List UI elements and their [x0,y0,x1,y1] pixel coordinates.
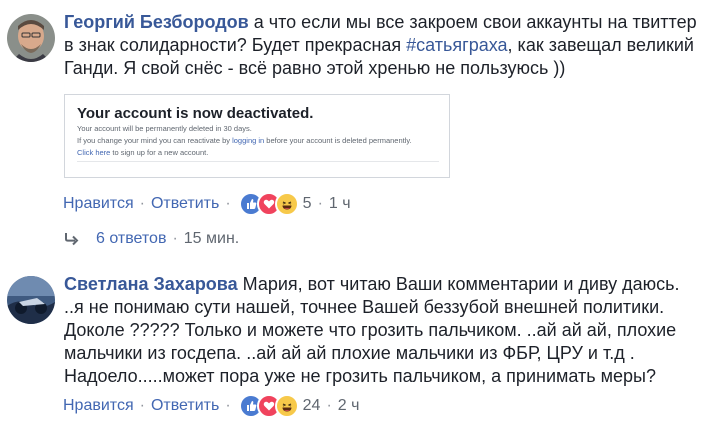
comment-text: Георгий Безбородов а что если мы все зак… [64,11,704,80]
separator: · [172,230,178,247]
comment-text: Светлана Захарова Мария, вот читаю Ваши … [64,273,704,388]
replies-toggle[interactable]: 6 ответов · 15 мин. [64,230,239,248]
avatar[interactable] [7,276,55,324]
reply-button[interactable]: Ответить [151,195,219,213]
notice-line: Your account will be permanently deleted… [77,124,252,133]
reaction-count[interactable]: 5 [303,195,312,213]
separator: · [317,195,323,212]
avatar-photo [7,14,55,62]
separator: · [225,397,231,414]
reply-arrow-icon [64,232,80,246]
reactions[interactable] [238,192,299,216]
comment-actions: Нравится · Ответить · 24 · 2 ч [63,394,359,418]
like-button[interactable]: Нравится [63,195,134,213]
separator: · [139,195,145,212]
attached-image[interactable]: Your account is now deactivated. Your ac… [64,94,450,178]
notice-title: Your account is now deactivated. [77,105,314,122]
logging-in-link: logging in [232,136,265,145]
timestamp[interactable]: 1 ч [329,195,351,213]
like-button[interactable]: Нравится [63,397,134,415]
notice-text: before your account is deleted permanent… [264,136,412,145]
notice-line: If you change your mind you can reactiva… [77,135,439,147]
author-name[interactable]: Светлана Захарова [64,274,238,294]
separator: · [225,195,231,212]
timestamp[interactable]: 2 ч [338,397,360,415]
reaction-count[interactable]: 24 [303,397,321,415]
haha-reaction-icon [274,192,299,216]
reply-button[interactable]: Ответить [151,397,219,415]
avatar-photo [7,276,55,324]
comment-actions: Нравится · Ответить · 5 · 1 ч [63,192,351,216]
reactions[interactable] [238,394,299,418]
separator: · [326,397,332,414]
deactivation-notice: Your account is now deactivated. Your ac… [77,105,439,162]
hashtag-link[interactable]: #сатьяграха [406,35,507,55]
replies-count[interactable]: 6 ответов [96,230,166,248]
notice-text: If you change your mind you can reactiva… [77,136,233,145]
avatar[interactable] [7,14,55,62]
haha-reaction-icon [274,394,299,418]
click-here-link: Click here [77,148,111,157]
notice-line: Click here to sign up for a new account. [77,147,439,159]
author-name[interactable]: Георгий Безбородов [64,12,249,32]
separator: · [139,397,145,414]
replies-timestamp[interactable]: 15 мин. [184,230,239,248]
notice-text: to sign up for a new account. [110,148,209,157]
